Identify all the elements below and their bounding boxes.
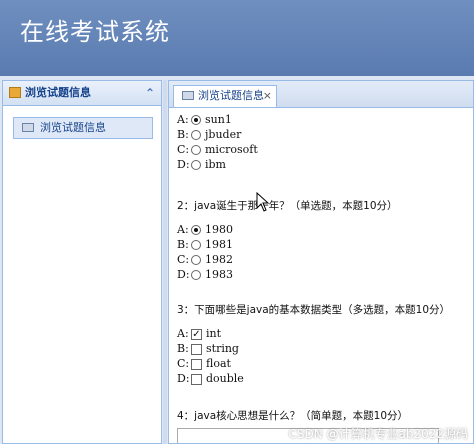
option-label: float	[206, 357, 231, 370]
option-row[interactable]: A: ✓ int	[177, 326, 473, 341]
question-text: 4：java核心思想是什么？（简单题，本题10分）	[177, 410, 409, 422]
option-row[interactable]: B: 1981	[177, 237, 473, 252]
option-label: string	[206, 342, 239, 355]
option-row[interactable]: D: ibm	[177, 157, 473, 172]
close-icon[interactable]: ×	[263, 86, 272, 106]
tab-bar: 浏览试题信息 ×	[169, 81, 473, 108]
radio-button[interactable]	[191, 115, 201, 125]
option-letter: C:	[177, 143, 190, 156]
option-row[interactable]: B: string	[177, 341, 473, 356]
option-letter: A:	[177, 113, 189, 126]
radio-button[interactable]	[191, 145, 201, 155]
question-3: 3：下面哪些是java的基本数据类型（多选题，本题10分） A: ✓ int B: s…	[177, 302, 473, 386]
radio-button[interactable]	[191, 240, 201, 250]
option-label: int	[206, 327, 222, 340]
option-label: 1981	[205, 238, 233, 251]
option-letter: C:	[177, 253, 190, 266]
option-label: 1980	[205, 223, 233, 236]
option-label: double	[206, 372, 244, 385]
option-label: ibm	[205, 158, 226, 171]
page-icon	[22, 123, 34, 132]
nav-item-label: 浏览试题信息	[40, 121, 106, 134]
radio-button[interactable]	[191, 160, 201, 170]
question-list: A: sun1 B: jbuder C: microsoft D: ibm 2：java…	[169, 108, 473, 443]
question-text: 3：下面哪些是java的基本数据类型（多选题，本题10分）	[177, 304, 451, 316]
radio-button[interactable]	[191, 270, 201, 280]
option-letter: D:	[177, 158, 190, 171]
option-label: sun1	[205, 113, 232, 126]
radio-button[interactable]	[191, 130, 201, 140]
option-row[interactable]: C: microsoft	[177, 142, 473, 157]
checkbox[interactable]: ✓	[191, 328, 202, 340]
center-panel: 浏览试题信息 × A: sun1 B: jbuder C: microsoft D: i…	[168, 80, 474, 444]
option-letter: C:	[177, 357, 190, 370]
watermark: CSDN @计算机专业ab2022源码	[288, 427, 468, 441]
app-header: 在线考试系统	[0, 0, 474, 76]
question-2: 2：java诞生于那一年？（单选题，本题10分） A: 1980 B: 1981 C…	[177, 198, 473, 282]
page-icon	[182, 91, 194, 100]
option-letter: B:	[177, 128, 189, 141]
option-letter: D:	[177, 268, 190, 281]
west-panel-header: 浏览试题信息 ⌃	[3, 81, 161, 106]
option-label: microsoft	[205, 143, 258, 156]
tab-browse-questions[interactable]: 浏览试题信息 ×	[173, 85, 277, 107]
option-letter: B:	[177, 342, 189, 355]
option-label: jbuder	[205, 128, 242, 141]
option-letter: B:	[177, 238, 189, 251]
option-row[interactable]: D: double	[177, 371, 473, 386]
checkbox[interactable]	[191, 343, 202, 355]
question-1: A: sun1 B: jbuder C: microsoft D: ibm	[177, 112, 473, 172]
radio-button[interactable]	[191, 225, 201, 235]
option-label: 1982	[205, 253, 233, 266]
option-row[interactable]: C: float	[177, 356, 473, 371]
question-text: 2：java诞生于那一年？（单选题，本题10分）	[177, 200, 398, 212]
option-row[interactable]: D: 1983	[177, 267, 473, 282]
radio-button[interactable]	[191, 255, 201, 265]
question-4: 4：java核心思想是什么？（简单题，本题10分）	[177, 408, 473, 443]
checkbox[interactable]	[191, 373, 202, 385]
splitter[interactable]	[163, 80, 167, 444]
mouse-cursor-icon	[256, 192, 270, 212]
option-row[interactable]: A: sun1	[177, 112, 473, 127]
checkbox[interactable]	[191, 358, 202, 370]
app-title: 在线考试系统	[20, 18, 170, 46]
option-row[interactable]: C: 1982	[177, 252, 473, 267]
option-row[interactable]: B: jbuder	[177, 127, 473, 142]
option-letter: A:	[177, 327, 189, 340]
collapse-icon[interactable]: ⌃	[145, 81, 155, 105]
option-row[interactable]: A: 1980	[177, 222, 473, 237]
option-letter: D:	[177, 372, 190, 385]
folder-icon	[9, 87, 21, 98]
west-panel: 浏览试题信息 ⌃ 浏览试题信息	[2, 80, 162, 444]
nav-item-browse-questions[interactable]: 浏览试题信息	[13, 117, 153, 139]
tab-label: 浏览试题信息	[198, 89, 264, 102]
west-panel-title: 浏览试题信息	[25, 86, 91, 99]
option-letter: A:	[177, 223, 189, 236]
option-label: 1983	[205, 268, 233, 281]
